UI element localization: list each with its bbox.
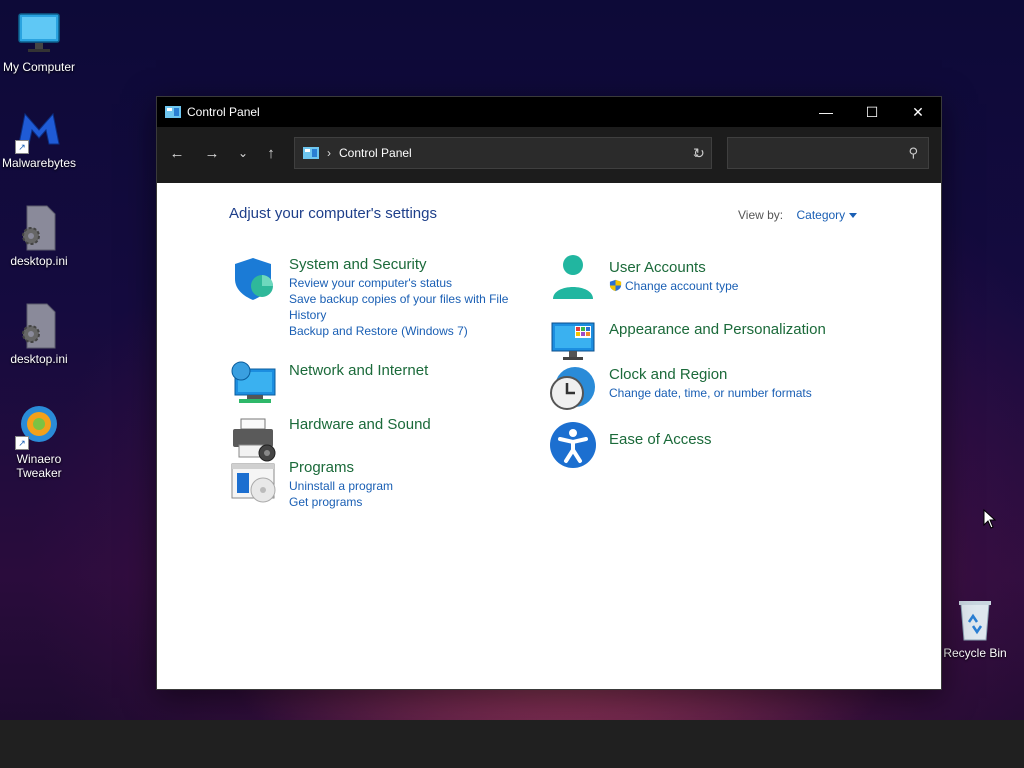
category-title[interactable]: Ease of Access — [609, 430, 839, 450]
desktop-icon-my-computer[interactable]: My Computer — [0, 10, 78, 74]
link-file-history[interactable]: Save backup copies of your files with Fi… — [289, 291, 519, 323]
desktop-icon-label: Malwarebytes — [1, 156, 77, 170]
page-title: Adjust your computer's settings — [229, 205, 437, 222]
view-by-dropdown[interactable]: Category — [796, 208, 858, 222]
control-panel-window: Control Panel — ☐ ✕ ← → ⌄ ↑ › Control Pa… — [156, 96, 942, 690]
desktop-icon-label: desktop.ini — [10, 352, 68, 366]
recent-locations-button[interactable]: ⌄ — [229, 139, 257, 167]
category-title[interactable]: Clock and Region — [609, 365, 839, 385]
category-title[interactable]: Hardware and Sound — [289, 415, 519, 435]
category-title[interactable]: Appearance and Personalization — [609, 320, 839, 340]
breadcrumb-separator: › — [327, 146, 331, 160]
user-icon[interactable] — [549, 253, 597, 301]
close-button[interactable]: ✕ — [895, 97, 941, 127]
link-backup-restore[interactable]: Backup and Restore (Windows 7) — [289, 323, 519, 339]
malwarebytes-icon: ↗ — [15, 106, 63, 154]
back-button[interactable]: ← — [163, 139, 191, 167]
programs-icon[interactable] — [229, 458, 277, 506]
navigation-bar: ← → ⌄ ↑ › Control Panel ⌄ ↻ ⚲ — [157, 127, 941, 183]
category-title[interactable]: Network and Internet — [289, 361, 519, 381]
desktop-icon-label: Winaero Tweaker — [16, 452, 62, 480]
search-icon: ⚲ — [908, 145, 918, 160]
shield-icon[interactable] — [229, 255, 277, 303]
category-title[interactable]: Programs — [289, 458, 519, 478]
window-title: Control Panel — [187, 105, 260, 119]
refresh-icon: ↻ — [693, 144, 705, 161]
network-globe-icon[interactable] — [229, 361, 277, 409]
control-panel-icon — [303, 147, 319, 159]
desktop-icon-label: desktop.ini — [10, 254, 68, 268]
shortcut-arrow-icon: ↗ — [15, 140, 29, 154]
category-title[interactable]: User Accounts — [609, 258, 839, 278]
link-get-programs[interactable]: Get programs — [289, 494, 519, 510]
forward-button[interactable]: → — [198, 139, 226, 167]
view-by-label: View by: — [738, 208, 784, 222]
desktop-icon-winaero-tweaker[interactable]: ↗ Winaero Tweaker — [0, 402, 78, 480]
winaero-icon: ↗ — [15, 402, 63, 450]
desktop-icon-label: My Computer — [2, 60, 76, 74]
desktop-icon-label: Recycle Bin — [943, 646, 1007, 660]
control-panel-content: Adjust your computer's settings View by:… — [157, 183, 941, 689]
search-input[interactable]: ⚲ — [727, 137, 929, 169]
monitor-icon — [15, 10, 63, 58]
link-text: Change account type — [625, 279, 739, 293]
link-change-date-time-formats[interactable]: Change date, time, or number formats — [609, 385, 839, 401]
maximize-button[interactable]: ☐ — [849, 97, 895, 127]
taskbar — [0, 720, 1024, 768]
appearance-monitor-icon[interactable] — [549, 317, 597, 365]
view-by-value: Category — [796, 208, 846, 222]
recycle-bin-icon — [951, 596, 999, 644]
desktop-icon-recycle-bin[interactable]: Recycle Bin — [936, 596, 1014, 660]
shortcut-arrow-icon: ↗ — [15, 436, 29, 450]
refresh-button[interactable]: ↻ — [683, 137, 715, 169]
category-title[interactable]: System and Security — [289, 255, 519, 275]
caret-down-icon — [849, 213, 858, 219]
desktop-icon-malwarebytes[interactable]: ↗ Malwarebytes — [0, 106, 78, 170]
link-change-account-type[interactable]: Change account type — [609, 278, 839, 294]
settings-file-icon — [15, 302, 63, 350]
address-bar[interactable]: › Control Panel ⌄ — [294, 137, 712, 169]
title-bar[interactable]: Control Panel — ☐ ✕ — [157, 97, 941, 127]
up-button[interactable]: ↑ — [257, 139, 285, 167]
desktop-icon-desktop-ini-2[interactable]: desktop.ini — [0, 302, 78, 366]
link-review-status[interactable]: Review your computer's status — [289, 275, 519, 291]
desktop-icon-desktop-ini-1[interactable]: desktop.ini — [0, 204, 78, 268]
settings-file-icon — [15, 204, 63, 252]
view-by: View by: Category — [738, 208, 858, 222]
accessibility-icon[interactable] — [549, 421, 597, 469]
control-panel-icon — [165, 106, 181, 118]
uac-shield-icon — [609, 279, 622, 292]
minimize-button[interactable]: — — [803, 97, 849, 127]
clock-globe-icon[interactable] — [549, 365, 597, 413]
breadcrumb-control-panel[interactable]: Control Panel — [339, 146, 681, 160]
link-uninstall-program[interactable]: Uninstall a program — [289, 478, 519, 494]
printer-icon[interactable] — [229, 415, 277, 463]
